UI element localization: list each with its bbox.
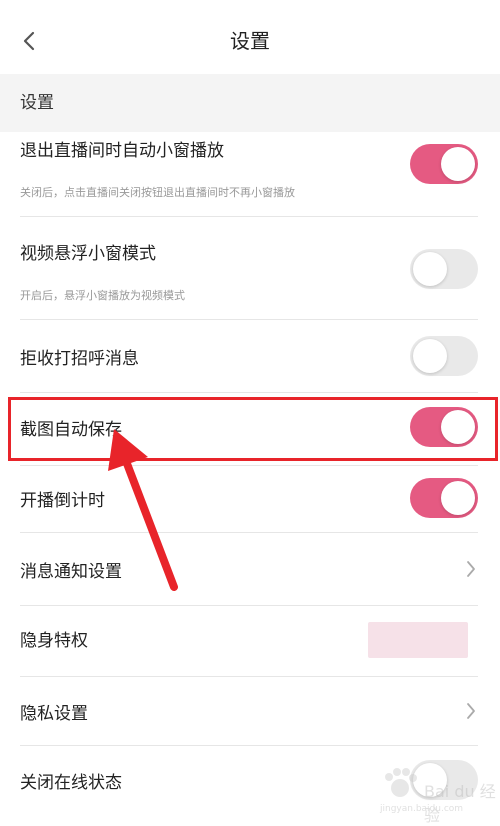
setting-row-countdown: 开播倒计时 <box>0 466 500 532</box>
toggle-knob <box>441 147 475 181</box>
setting-label: 隐身特权 <box>20 631 88 651</box>
setting-row-notifications[interactable]: 消息通知设置 <box>0 533 500 605</box>
toggle-knob <box>441 481 475 515</box>
watermark-text: Bai du 经验 <box>424 782 496 825</box>
setting-label: 隐私设置 <box>20 704 88 724</box>
setting-label: 退出直播间时自动小窗播放 <box>20 141 224 161</box>
toggle-switch[interactable] <box>410 407 478 447</box>
setting-row-privacy[interactable]: 隐私设置 <box>0 677 500 745</box>
setting-row-screenshot-save: 截图自动保存 <box>0 393 500 465</box>
stealth-badge <box>368 622 468 658</box>
setting-label: 开播倒计时 <box>20 491 105 511</box>
setting-label: 消息通知设置 <box>20 562 122 582</box>
section-header: 设置 <box>0 74 500 132</box>
setting-desc: 关闭后，点击直播间关闭按钮退出直播间时不再小窗播放 <box>20 186 295 199</box>
toggle-knob <box>413 252 447 286</box>
toggle-switch[interactable] <box>410 478 478 518</box>
toggle-knob <box>413 339 447 373</box>
toggle-switch[interactable] <box>410 144 478 184</box>
paw-logo-icon <box>385 768 417 797</box>
setting-row-reject-greet: 拒收打招呼消息 <box>0 320 500 392</box>
app-header: 设置 <box>0 0 500 85</box>
setting-label: 截图自动保存 <box>20 420 122 440</box>
setting-row-auto-pip: 退出直播间时自动小窗播放 关闭后，点击直播间关闭按钮退出直播间时不再小窗播放 <box>0 132 500 216</box>
toggle-switch[interactable] <box>410 249 478 289</box>
section-label: 设置 <box>20 93 54 113</box>
toggle-knob <box>441 410 475 444</box>
setting-label: 关闭在线状态 <box>20 773 122 793</box>
chevron-right-icon <box>467 561 475 577</box>
page-title: 设置 <box>230 29 270 53</box>
setting-desc: 开启后，悬浮小窗播放为视频模式 <box>20 289 185 302</box>
toggle-switch[interactable] <box>410 336 478 376</box>
setting-label: 视频悬浮小窗模式 <box>20 244 156 264</box>
baidu-watermark: Bai du 经验 jingyan.baidu.com <box>378 760 498 825</box>
setting-row-video-float: 视频悬浮小窗模式 开启后，悬浮小窗播放为视频模式 <box>0 217 500 319</box>
watermark-sub: jingyan.baidu.com <box>380 804 464 814</box>
setting-label: 拒收打招呼消息 <box>20 349 139 369</box>
chevron-right-icon <box>467 703 475 719</box>
